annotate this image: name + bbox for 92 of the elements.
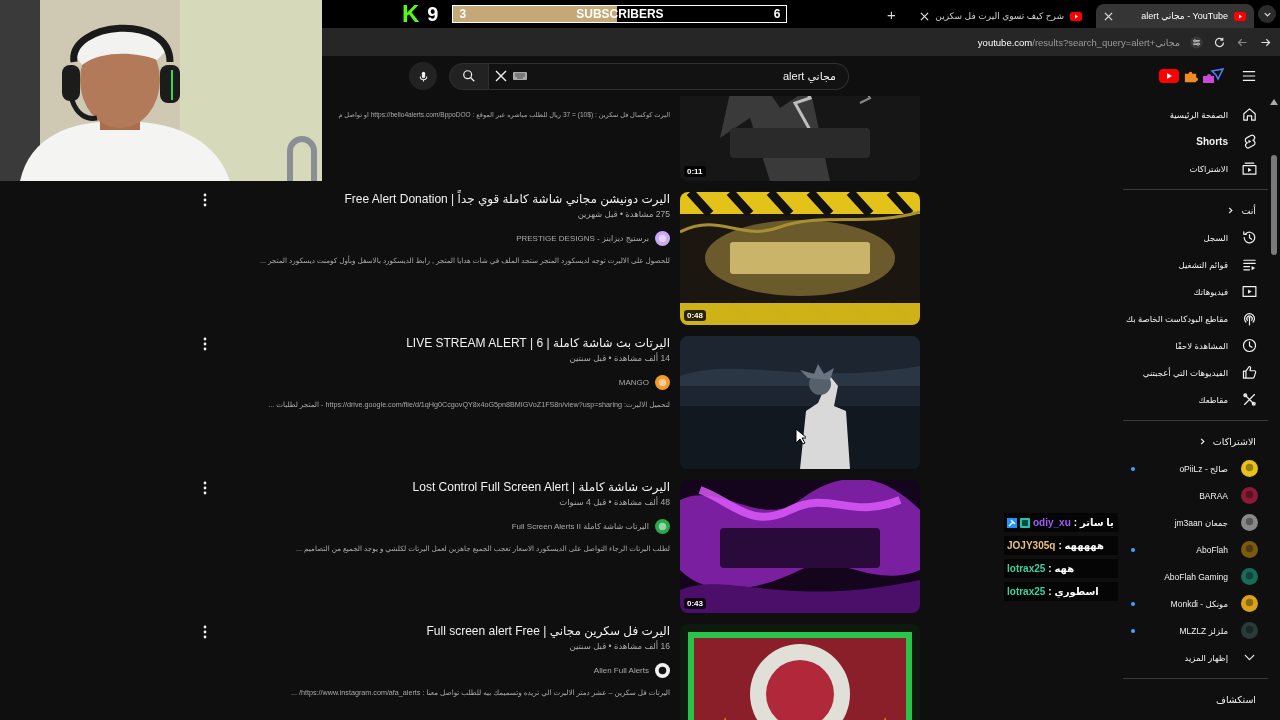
chat-username: lotrax25: [1007, 563, 1046, 574]
sidebar-item[interactable]: الصفحة الرئيسية: [1123, 101, 1268, 128]
scrollbar-thumb[interactable]: [1271, 155, 1277, 255]
menu-icon[interactable]: [1242, 70, 1256, 82]
sidebar-item[interactable]: فيديوهاتك: [1123, 278, 1268, 305]
channel-name[interactable]: Alien Full Alerts: [593, 665, 649, 675]
subscriber-badge-icon: [1020, 517, 1030, 528]
clock-icon: [1241, 337, 1258, 354]
channel-avatar: [1241, 487, 1258, 504]
chat-text: : اسطوري: [1048, 586, 1099, 597]
sliders-icon[interactable]: [1190, 35, 1203, 49]
channel-avatar: [1241, 595, 1258, 612]
history-icon: [1241, 229, 1258, 246]
puzzle-send-icon[interactable]: [1202, 68, 1224, 84]
sidebar-item[interactable]: الفيديوهات التي أعجبتني: [1123, 359, 1268, 386]
video-title[interactable]: اليرت فل سكرين مجاني | Full screen alert Free: [426, 624, 670, 638]
channel-avatar: [1241, 622, 1258, 639]
video-meta: 275 مشاهدة • قبل شهرين: [577, 208, 670, 220]
subscription-item[interactable]: جمعان jm3aan: [1123, 509, 1268, 536]
channel-name[interactable]: اليرتات شاشة كاملة Full Screen Alerts II: [511, 521, 649, 531]
sidebar-item[interactable]: المشاهدة لاحقًا: [1123, 332, 1268, 359]
browser-tab[interactable]: شرح كيف تسوي اليرت فل سكرين: [912, 4, 1090, 28]
subscription-item[interactable]: BARAA: [1123, 482, 1268, 509]
video-meta: 48 ألف مشاهدة • قبل 4 سنوات: [559, 496, 670, 508]
subscriptions-icon: [1241, 160, 1258, 177]
scissors-icon: [1241, 391, 1258, 408]
scroll-up-arrow-icon[interactable]: [1270, 99, 1278, 105]
play-logo-icon: [1070, 11, 1082, 21]
video-title[interactable]: اليرت دونيشن مجاني شاشة كاملة قوي جداً | Free Alert Donation: [344, 192, 670, 206]
channel-avatar: [1241, 514, 1258, 531]
chat-text: : يا ساتر: [1073, 517, 1114, 528]
subscription-item[interactable]: AboFlah: [1123, 536, 1268, 563]
search-field[interactable]: alert مجاني: [489, 62, 849, 90]
section-heading[interactable]: استكشاف: [1123, 686, 1268, 713]
section-heading[interactable]: الاشتراكات: [1123, 428, 1268, 455]
follower-count: 9: [427, 3, 439, 25]
video-meta: 14 ألف مشاهدة • قبل سنتين: [569, 352, 670, 364]
video-meta: 16 ألف مشاهدة • قبل سنتين: [569, 640, 670, 652]
goal-current: 3: [459, 7, 467, 21]
sidebar-item[interactable]: الاشتراكات: [1123, 155, 1268, 182]
subscription-item[interactable]: صالح - oPiiLz: [1123, 455, 1268, 482]
section-heading[interactable]: أنت: [1123, 197, 1268, 224]
channel-avatar: [1241, 568, 1258, 585]
chat-text: : ههه: [1048, 563, 1075, 574]
close-icon[interactable]: [920, 11, 930, 21]
video-duration: 0:43: [684, 598, 706, 609]
play-logo-icon: [1234, 11, 1246, 21]
new-tab-button[interactable]: +: [880, 5, 903, 23]
play-logo-icon[interactable]: [1159, 69, 1179, 83]
channel-avatar: [1241, 460, 1258, 477]
reload-icon[interactable]: [1213, 35, 1226, 49]
channel-avatar: [1241, 541, 1258, 558]
chat-username: JOJY305q: [1007, 540, 1056, 551]
clear-icon[interactable]: [495, 70, 507, 82]
video-title[interactable]: اليرت شاشة كاملة | Lost Control Full Screen Alert: [412, 480, 670, 494]
channel-name[interactable]: برستيج ديزاينز - PRESTIGE DESIGNS: [516, 233, 649, 243]
browser-tab[interactable]: alert مجاني - YouTube: [1096, 4, 1254, 28]
sidebar-item[interactable]: قوائم التشغيل: [1123, 251, 1268, 278]
close-icon[interactable]: [1104, 11, 1113, 21]
chat-text: : هههههه: [1058, 540, 1104, 551]
channel-avatar[interactable]: [655, 374, 670, 390]
home-icon: [1241, 106, 1258, 123]
channel-avatar[interactable]: [655, 230, 670, 246]
thumbs-up-icon: [1241, 364, 1258, 381]
search-button[interactable]: [449, 62, 489, 90]
tab-list-button[interactable]: [1258, 5, 1276, 23]
chat-username: odiy_xu: [1033, 517, 1071, 528]
sidebar-item[interactable]: Shorts: [1123, 128, 1268, 155]
sidebar-item[interactable]: مقاطعك: [1123, 386, 1268, 413]
sidebar-item[interactable]: السجل: [1123, 224, 1268, 251]
chat-username: lotrax25: [1007, 586, 1046, 597]
goal-target: 6: [773, 7, 781, 21]
cursor-icon: [795, 428, 806, 445]
search-icon: [462, 69, 476, 83]
subscription-item[interactable]: ملزلز MLZLZ: [1123, 617, 1268, 644]
show-more-button[interactable]: إظهار المزيد: [1123, 644, 1268, 671]
video-icon: [1241, 283, 1258, 300]
platform-logo: K: [402, 2, 420, 26]
channel-avatar[interactable]: [655, 662, 670, 678]
video-duration: 0:11: [684, 166, 706, 177]
sidebar-item[interactable]: مقاطع البودكاست الخاصة بك: [1123, 305, 1268, 332]
video-title[interactable]: اليرتات بث شاشة كاملة | 6 | LIVE STREAM ALERT: [406, 336, 670, 350]
chevron-icon: [1226, 206, 1236, 215]
channel-avatar[interactable]: [655, 518, 670, 534]
search-input[interactable]: alert مجاني: [533, 69, 838, 83]
video-duration: 0:48: [684, 310, 706, 321]
subscription-item[interactable]: مونكل - Monkdi: [1123, 590, 1268, 617]
voice-search-button[interactable]: [409, 62, 437, 90]
hammer-badge-icon: [1007, 517, 1017, 528]
podcast-icon: [1241, 310, 1258, 327]
channel-name[interactable]: MANGO: [618, 377, 649, 387]
subscription-item[interactable]: AboFlah Gaming: [1123, 563, 1268, 590]
